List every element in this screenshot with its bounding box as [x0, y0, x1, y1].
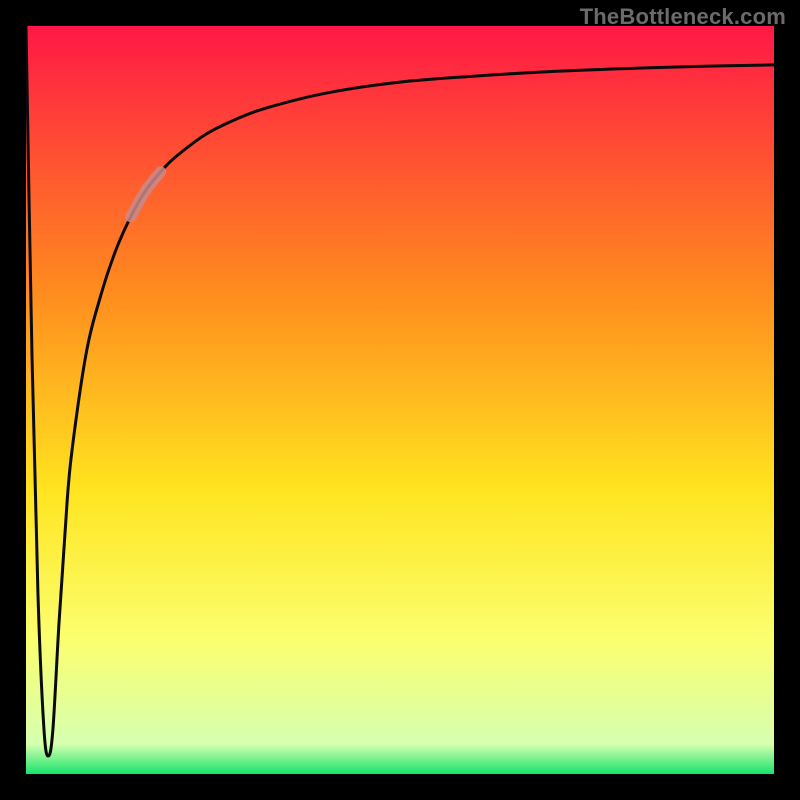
plot-area — [26, 26, 774, 774]
bottleneck-chart — [0, 0, 800, 800]
background-gradient — [26, 26, 774, 774]
chart-frame: TheBottleneck.com — [0, 0, 800, 800]
watermark-text: TheBottleneck.com — [580, 4, 786, 30]
